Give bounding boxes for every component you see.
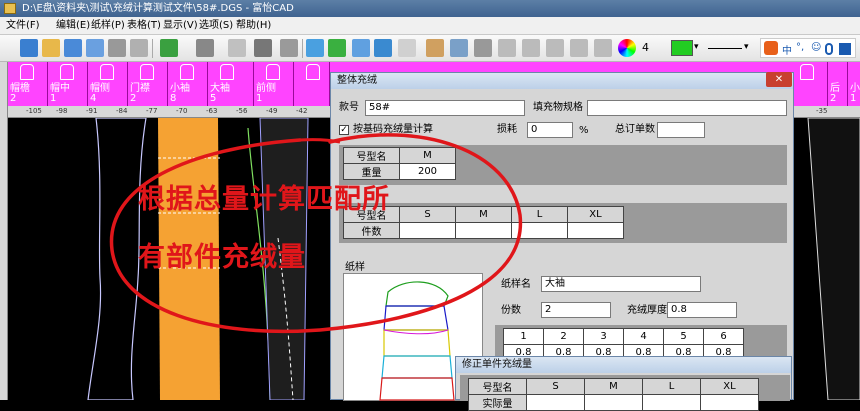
annotation-text: 有部件充绒量: [138, 242, 306, 273]
annotation-ellipse: [109, 133, 523, 334]
annotation-text: 根据总量计算匹配所: [138, 184, 390, 215]
